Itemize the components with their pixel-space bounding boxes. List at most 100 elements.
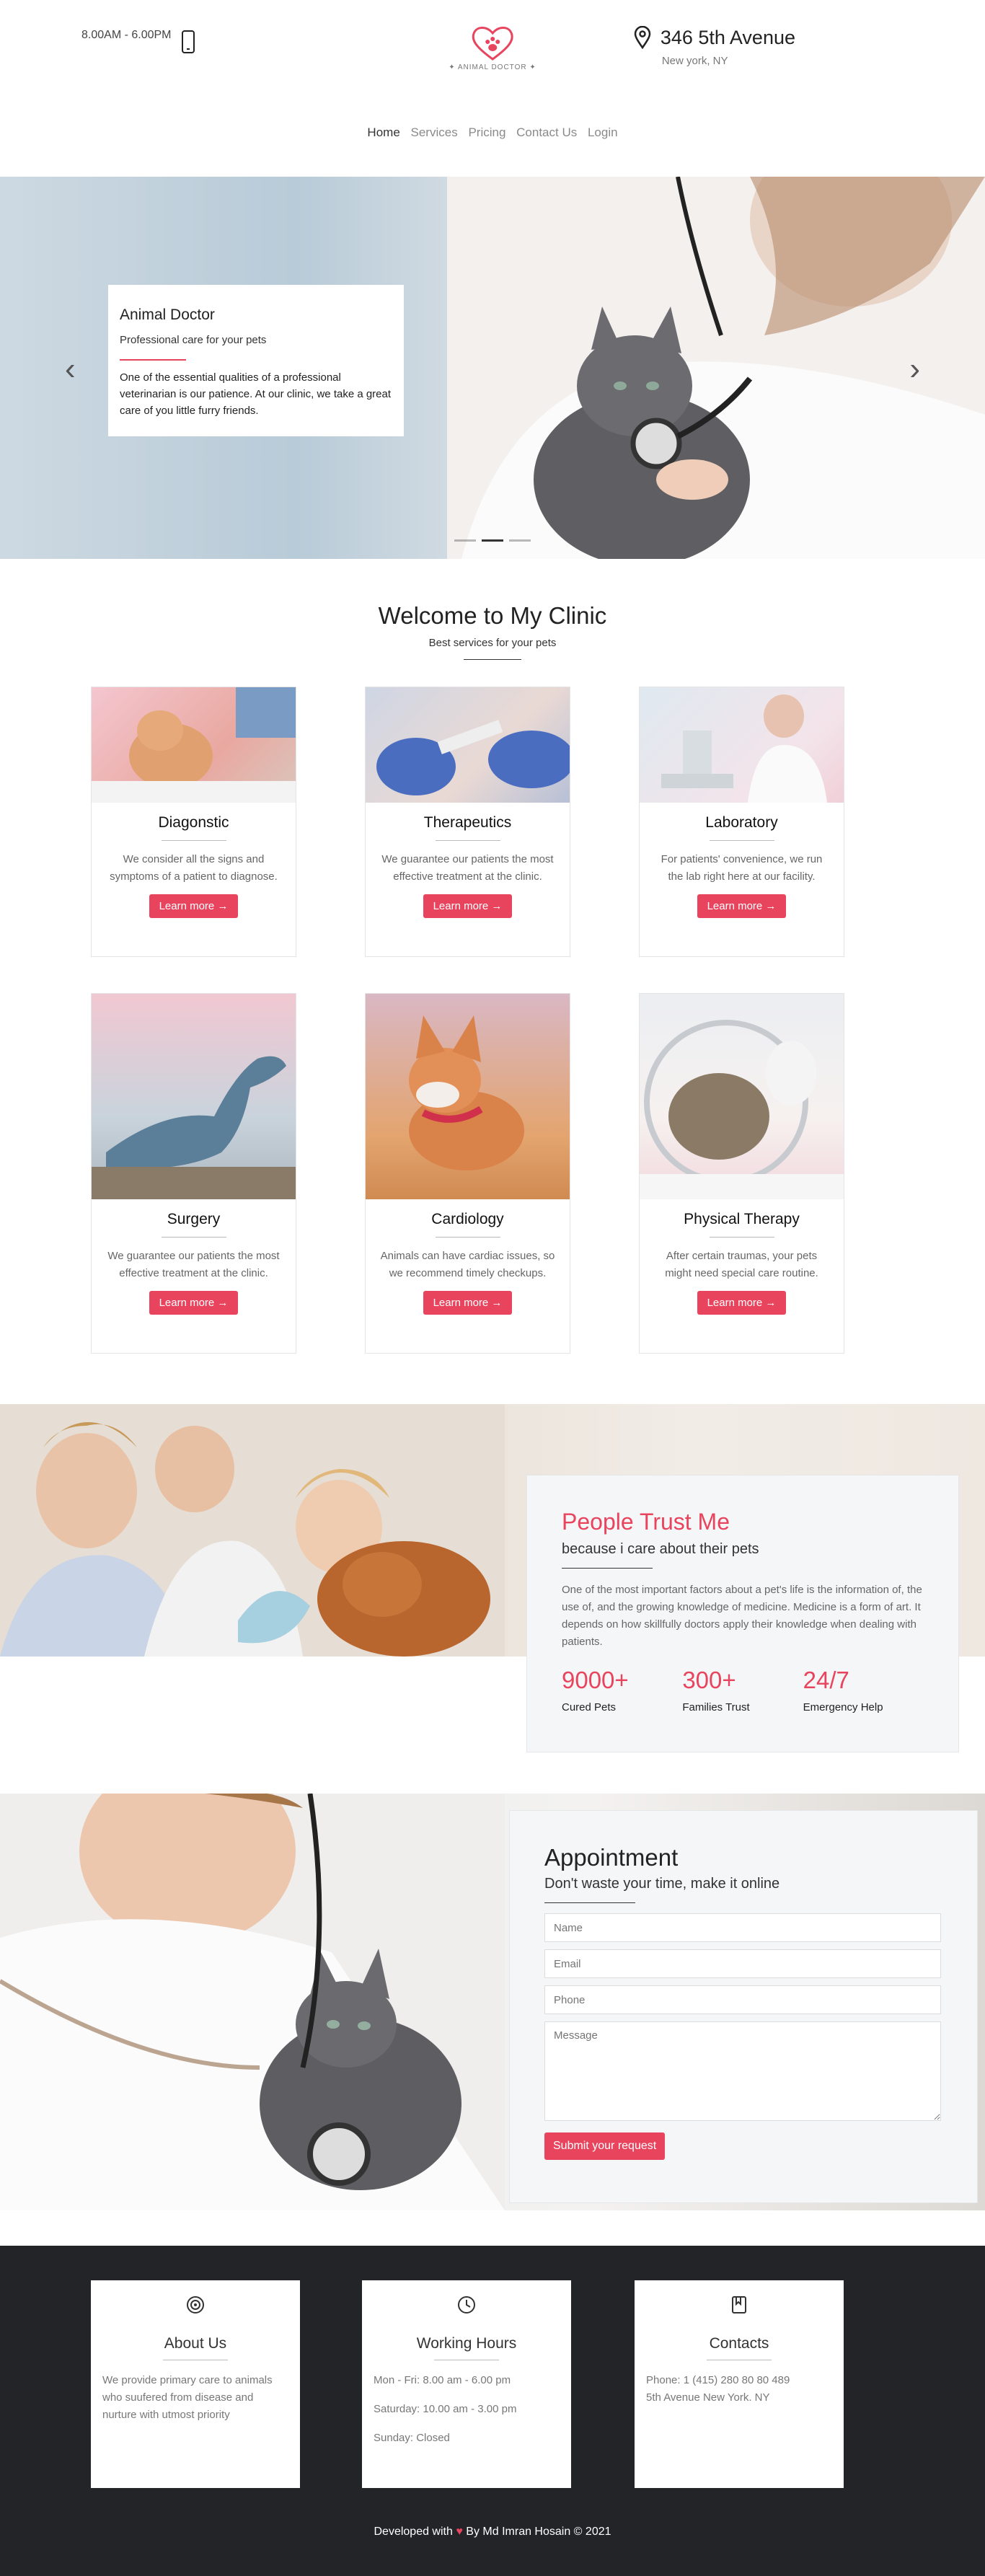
service-divider [161, 1237, 226, 1238]
submit-request-button[interactable]: Submit your request [544, 2132, 666, 2160]
welcome-divider [464, 659, 521, 660]
service-divider [709, 840, 774, 841]
heart-icon: ♥ [456, 2526, 463, 2538]
carousel-indicator-2[interactable] [482, 539, 503, 542]
trust-title: People Trust Me [562, 1509, 730, 1535]
copyright-prefix: Developed with [374, 2526, 453, 2538]
learn-more-button[interactable]: Learn more → [423, 1291, 513, 1315]
carousel-indicators [454, 539, 531, 542]
learn-more-button[interactable]: Learn more → [697, 1291, 787, 1315]
address-subtitle: New york, NY [661, 55, 728, 67]
email-input[interactable] [544, 1949, 941, 1978]
nav-home[interactable]: Home [367, 125, 399, 139]
welcome-title: Welcome to My Clinic [378, 602, 607, 629]
trust-subtitle: because i care about their pets [562, 1541, 759, 1557]
stat-label: Emergency Help [803, 1701, 883, 1713]
cardiology-photo [366, 994, 570, 1199]
hero-text: One of the essential qualities of a prof… [120, 371, 392, 417]
service-title: Laboratory [705, 814, 778, 831]
address-title: 346 5th Avenue [660, 26, 795, 48]
stat-label: Families Trust [682, 1701, 750, 1713]
service-divider [435, 840, 500, 841]
trust-divider [562, 1568, 653, 1569]
service-title: Physical Therapy [684, 1211, 800, 1227]
corgi-image [409, 1015, 524, 1170]
address-book-icon [646, 2295, 832, 2318]
learn-more-button[interactable]: Learn more → [697, 894, 787, 918]
microscope-image [661, 694, 827, 803]
hours-weekday: Mon - Fri: 8.00 am - 6.00 pm [374, 2374, 511, 2386]
about-text: We provide primary care to animals who s… [102, 2374, 273, 2421]
appointment-title: Appointment [544, 1844, 679, 1871]
stat-number: 9000+ [562, 1667, 629, 1693]
name-input[interactable] [544, 1913, 941, 1942]
brand-name: ANIMAL DOCTOR [457, 63, 527, 71]
contact-address: 5th Avenue New York. NY [646, 2391, 770, 2404]
heart-paw-logo-icon [472, 27, 513, 61]
hours-text: 8.00AM - 6.00PM [81, 29, 172, 41]
hero-divider [120, 359, 186, 361]
copyright-suffix: By Md Imran Hosain © 2021 [466, 2526, 611, 2538]
cat-cone-image [640, 1020, 844, 1199]
lizard-image [92, 1056, 296, 1199]
service-text: We consider all the signs and symptoms o… [110, 853, 278, 883]
nav-login[interactable]: Login [588, 125, 618, 139]
footer-card-title: About Us [164, 2335, 227, 2352]
cat-exam-image [92, 687, 296, 803]
nav-pricing[interactable]: Pricing [468, 125, 505, 139]
carousel-indicator-3[interactable] [509, 539, 531, 542]
stat-number: 24/7 [803, 1667, 849, 1693]
nav-services[interactable]: Services [411, 125, 458, 139]
stat-label: Cured Pets [562, 1701, 617, 1713]
chevron-left-icon[interactable]: ‹ [65, 353, 76, 385]
hours-sunday: Sunday: Closed [374, 2432, 450, 2444]
service-card-surgery: Surgery We guarantee our patients the mo… [91, 993, 296, 1354]
learn-more-button[interactable]: Learn more → [149, 1291, 239, 1315]
footer-card-hours: Working Hours Mon - Fri: 8.00 am - 6.00 … [362, 2280, 571, 2488]
service-card-physical-therapy: Physical Therapy After certain traumas, … [639, 993, 844, 1354]
appointment-divider [544, 1902, 635, 1903]
clock-icon [374, 2295, 560, 2318]
welcome-section: Welcome to My Clinic Best services for y… [0, 602, 985, 660]
service-title: Surgery [167, 1211, 221, 1227]
learn-more-button[interactable]: Learn more → [423, 894, 513, 918]
brand-text: ✦ ANIMAL DOCTOR ✦ [449, 63, 536, 71]
trust-panel: People Trust Me because i care about the… [526, 1475, 959, 1752]
footer-card-about: About Us We provide primary care to anim… [91, 2280, 300, 2488]
service-text: We guarantee our patients the most effec… [107, 1250, 280, 1279]
therapeutics-photo [366, 687, 570, 803]
welcome-subtitle: Best services for your pets [428, 637, 557, 649]
top-header: 8.00AM - 6.00PM ✦ ANIMAL DOCTOR ✦ 346 5t… [81, 0, 904, 139]
service-text: For patients' convenience, we run the la… [661, 853, 823, 883]
services-grid: Diagonstic We consider all the signs and… [91, 687, 894, 1354]
mobile-phone-icon [181, 30, 195, 53]
footer-card-title: Contacts [709, 2335, 769, 2352]
nav-contact[interactable]: Contact Us [516, 125, 577, 139]
opening-hours: 8.00AM - 6.00PM [81, 29, 195, 53]
stat-cured-pets: 9000+ Cured Pets [562, 1667, 682, 1713]
service-divider [161, 840, 226, 841]
carousel-indicator-1[interactable] [454, 539, 476, 542]
service-card-cardiology: Cardiology Animals can have cardiac issu… [365, 993, 570, 1354]
message-textarea[interactable] [544, 2021, 941, 2121]
chevron-right-icon[interactable]: › [909, 353, 920, 385]
service-card-diagnostic: Diagonstic We consider all the signs and… [91, 687, 296, 957]
location-pin-icon [634, 26, 651, 49]
service-card-therapeutics: Therapeutics We guarantee our patients t… [365, 687, 570, 957]
diagnostic-photo [92, 687, 296, 803]
appointment-subtitle: Don't waste your time, make it online [544, 1876, 780, 1892]
learn-more-button[interactable]: Learn more → [149, 894, 239, 918]
hero-caption-card: Animal Doctor Professional care for your… [108, 285, 404, 436]
brand-logo[interactable]: ✦ ANIMAL DOCTOR ✦ [449, 25, 536, 71]
contact-phone: Phone: 1 (415) 280 80 80 489 [646, 2374, 790, 2386]
service-title: Diagonstic [158, 814, 229, 831]
hero-carousel: Animal Doctor Professional care for your… [0, 177, 985, 559]
phone-input[interactable] [544, 1985, 941, 2014]
hours-saturday: Saturday: 10.00 am - 3.00 pm [374, 2403, 517, 2415]
hero-title: Animal Doctor [120, 306, 215, 323]
stat-families-trust: 300+ Families Trust [682, 1667, 803, 1713]
service-text: We guarantee our patients the most effec… [381, 853, 554, 883]
copyright: Developed with ♥ By Md Imran Hosain © 20… [0, 2526, 985, 2538]
paw-badge-icon [102, 2295, 288, 2318]
physical-therapy-photo [640, 994, 844, 1199]
